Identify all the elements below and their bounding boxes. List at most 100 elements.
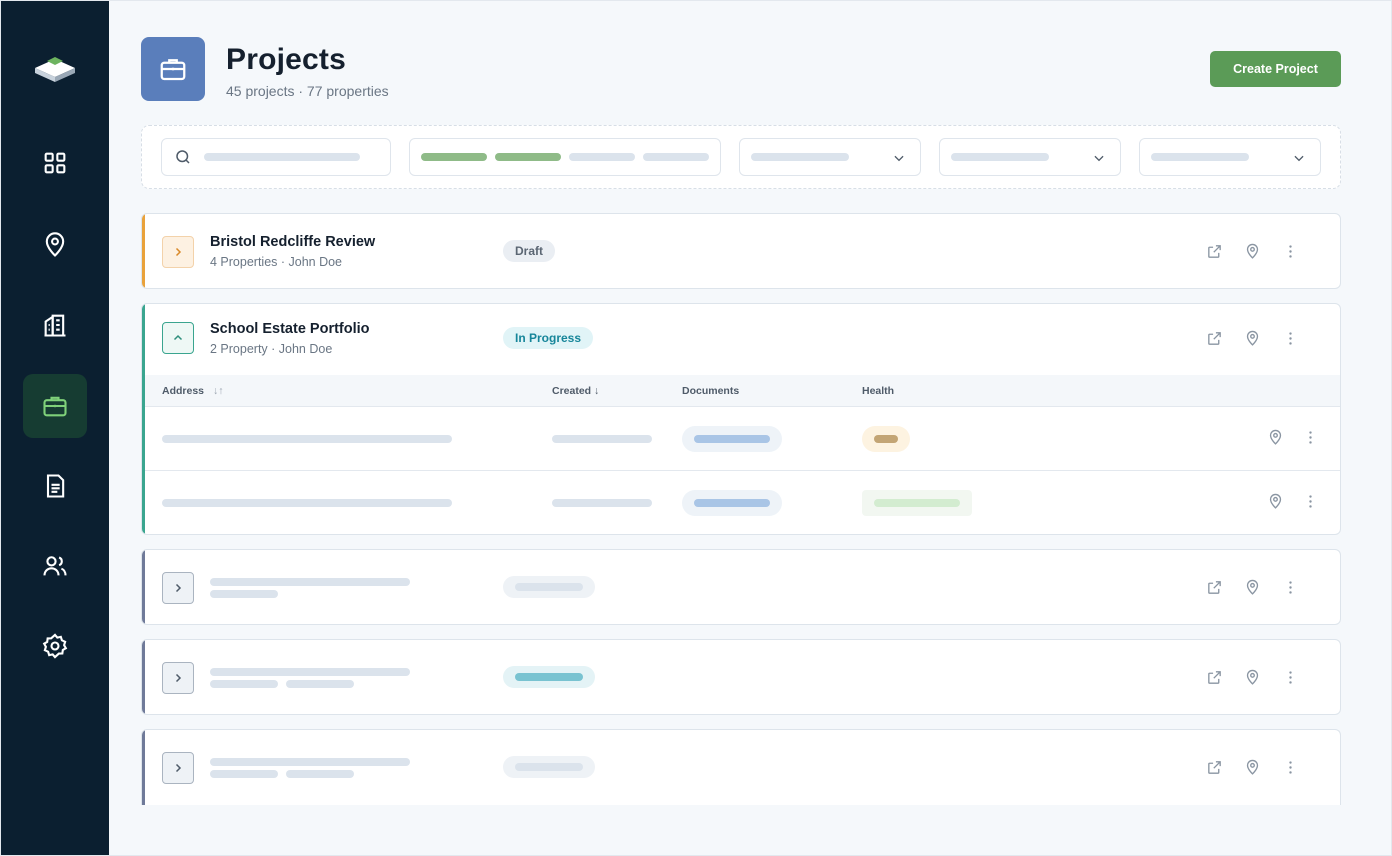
status-badge: Draft <box>503 240 556 262</box>
filter-tab[interactable] <box>495 153 561 161</box>
table-header: Address ↓↑ Created ↓ Documents Health <box>145 375 1340 407</box>
sidebar-item-projects[interactable] <box>23 374 87 438</box>
map-pin-button[interactable] <box>1242 328 1262 348</box>
map-pin-button[interactable] <box>1242 667 1262 687</box>
more-options-button[interactable] <box>1280 328 1300 348</box>
column-header-documents[interactable]: Documents <box>682 385 739 397</box>
gear-icon <box>42 633 68 659</box>
sidebar-item-documents[interactable] <box>23 454 87 518</box>
open-external-button[interactable] <box>1204 241 1224 261</box>
create-project-button[interactable]: Create Project <box>1210 51 1341 87</box>
map-pin-button[interactable] <box>1242 241 1262 261</box>
project-card-placeholder[interactable] <box>141 549 1341 625</box>
map-pin-button[interactable] <box>1242 757 1262 777</box>
chevron-right-icon <box>175 583 182 593</box>
filter-dropdown[interactable] <box>939 138 1121 176</box>
sidebar-item-dashboard[interactable] <box>23 131 87 195</box>
external-link-icon <box>1207 670 1221 684</box>
briefcase-icon <box>43 396 67 417</box>
map-pin-icon <box>45 232 65 257</box>
open-external-button[interactable] <box>1204 328 1224 348</box>
table-row[interactable] <box>145 471 1340 534</box>
project-card[interactable]: Bristol Redcliffe Review 4 Properties · … <box>141 213 1341 289</box>
chevron-down-icon <box>894 155 904 162</box>
expand-toggle[interactable] <box>162 236 194 268</box>
health-pill <box>862 490 972 516</box>
row-actions <box>1200 241 1340 265</box>
more-vertical-icon <box>1309 431 1312 444</box>
briefcase-icon <box>160 59 186 81</box>
project-card-placeholder[interactable] <box>141 729 1341 805</box>
sidebar <box>1 1 109 855</box>
open-external-button[interactable] <box>1204 757 1224 777</box>
row-actions <box>1200 757 1340 781</box>
expand-toggle[interactable] <box>162 572 194 604</box>
map-pin-button[interactable] <box>1267 493 1287 513</box>
status-filter-tabs[interactable] <box>409 138 721 176</box>
expand-toggle[interactable] <box>162 662 194 694</box>
sidebar-item-users[interactable] <box>23 534 87 598</box>
project-meta: 4 Properties · John Doe <box>210 255 343 269</box>
search-input[interactable] <box>161 138 391 176</box>
sidebar-item-settings[interactable] <box>23 614 87 678</box>
table-row[interactable] <box>145 407 1340 471</box>
grid-icon <box>44 152 66 174</box>
status-badge <box>503 576 595 598</box>
page-subtitle: 45 projects · 77 properties <box>226 83 389 99</box>
sidebar-item-buildings[interactable] <box>23 293 87 357</box>
filter-dropdown[interactable] <box>739 138 921 176</box>
status-badge: In Progress <box>503 327 594 349</box>
column-header-address[interactable]: Address ↓↑ <box>162 385 223 397</box>
chevron-right-icon <box>175 763 182 773</box>
column-header-health[interactable]: Health <box>862 385 894 397</box>
external-link-icon <box>1207 331 1221 345</box>
sidebar-item-locations[interactable] <box>23 213 87 277</box>
row-actions <box>1200 577 1340 601</box>
health-pill <box>862 426 910 452</box>
external-link-icon <box>1207 244 1221 258</box>
filter-tab[interactable] <box>643 153 709 161</box>
map-pin-button[interactable] <box>1242 577 1262 597</box>
chevron-down-icon <box>1294 155 1304 162</box>
more-options-button[interactable] <box>1280 667 1300 687</box>
map-pin-icon <box>1246 243 1258 259</box>
collapse-toggle[interactable] <box>162 322 194 354</box>
more-vertical-icon <box>1288 760 1292 774</box>
more-options-button[interactable] <box>1302 493 1322 513</box>
users-icon <box>43 556 67 576</box>
chevron-right-icon <box>175 673 182 683</box>
map-pin-button[interactable] <box>1267 429 1287 449</box>
project-meta: 2 Property · John Doe <box>210 342 333 356</box>
more-vertical-icon <box>1288 331 1292 345</box>
open-external-button[interactable] <box>1204 667 1224 687</box>
more-vertical-icon <box>1288 580 1292 594</box>
project-card-expanded[interactable]: School Estate Portfolio 2 Property · Joh… <box>141 303 1341 535</box>
map-pin-icon <box>1246 330 1258 346</box>
more-vertical-icon <box>1309 495 1312 508</box>
expand-toggle[interactable] <box>162 752 194 784</box>
more-options-button[interactable] <box>1302 429 1322 449</box>
chevron-down-icon <box>1094 155 1104 162</box>
logo <box>33 55 77 85</box>
map-pin-icon <box>1246 579 1258 595</box>
filter-tab[interactable] <box>421 153 487 161</box>
project-name: School Estate Portfolio <box>210 321 370 337</box>
status-badge <box>503 666 595 688</box>
page-title: Projects <box>226 43 346 76</box>
row-actions <box>1200 667 1340 691</box>
more-options-button[interactable] <box>1280 241 1300 261</box>
project-card-placeholder[interactable] <box>141 639 1341 715</box>
more-options-button[interactable] <box>1280 757 1300 777</box>
map-pin-icon <box>1269 429 1282 445</box>
open-external-button[interactable] <box>1204 577 1224 597</box>
external-link-icon <box>1207 580 1221 594</box>
map-pin-icon <box>1269 493 1282 509</box>
more-options-button[interactable] <box>1280 577 1300 597</box>
filter-dropdown[interactable] <box>1139 138 1321 176</box>
sort-icon[interactable]: ↓↑ <box>213 385 224 397</box>
more-vertical-icon <box>1288 670 1292 684</box>
filter-tab[interactable] <box>569 153 635 161</box>
column-header-created[interactable]: Created ↓ <box>552 385 599 397</box>
external-link-icon <box>1207 760 1221 774</box>
row-actions <box>1200 328 1340 352</box>
